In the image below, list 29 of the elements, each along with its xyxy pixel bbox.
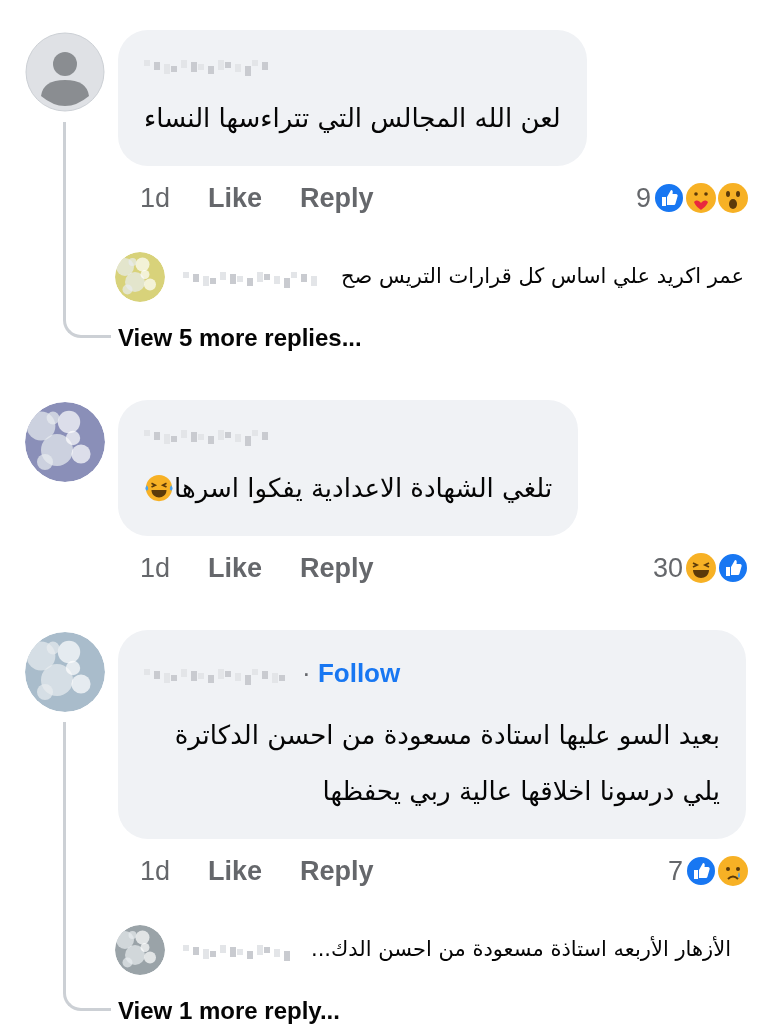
haha-reaction-icon xyxy=(685,552,717,584)
comment-text: لعن الله المجالس التي تتراءسها النساء xyxy=(144,102,561,136)
view-more-replies-link[interactable]: View 1 more reply... xyxy=(118,993,340,1024)
comment-time: 1d xyxy=(140,854,171,888)
reply-preview-text: الأزهار الأربعه استاذة مسعودة من احسن الدك... xyxy=(311,935,731,964)
reply-button[interactable]: Reply xyxy=(300,850,374,892)
reaction-count: 7 xyxy=(667,854,683,888)
like-button[interactable]: Like xyxy=(208,850,263,892)
follow-link[interactable]: · Follow xyxy=(302,654,401,693)
wow-reaction-icon xyxy=(717,182,749,214)
reply-button[interactable]: Reply xyxy=(300,547,374,589)
comment-time: 1d xyxy=(140,181,171,215)
like-button[interactable]: Like xyxy=(208,547,263,589)
reply-button[interactable]: Reply xyxy=(300,177,374,219)
like-reaction-icon xyxy=(717,552,749,584)
comment-text: بعيد السو عليها استادة مسعودة من احسن الدكاترة يلي درسونا اخلاقها عالية ربي يحفظها xyxy=(173,719,720,809)
like-button[interactable]: Like xyxy=(208,177,263,219)
default-avatar-icon xyxy=(25,32,105,112)
care-reaction-icon xyxy=(685,182,717,214)
reply-preview-text: عمر اكريد علي اساس كل قرارات التريس صح xyxy=(341,263,744,291)
view-more-replies-link[interactable]: View 5 more replies... xyxy=(118,320,362,356)
laughing-emoji-icon xyxy=(144,473,174,503)
like-reaction-icon xyxy=(685,855,717,887)
like-reaction-icon xyxy=(653,182,685,214)
comment-time: 1d xyxy=(140,551,171,585)
sad-reaction-icon xyxy=(717,855,749,887)
comment-text: تلغي الشهادة الاعدادية يفكوا اسرها xyxy=(174,472,553,506)
reaction-count: 30 xyxy=(652,551,683,585)
reaction-count: 9 xyxy=(635,181,651,215)
